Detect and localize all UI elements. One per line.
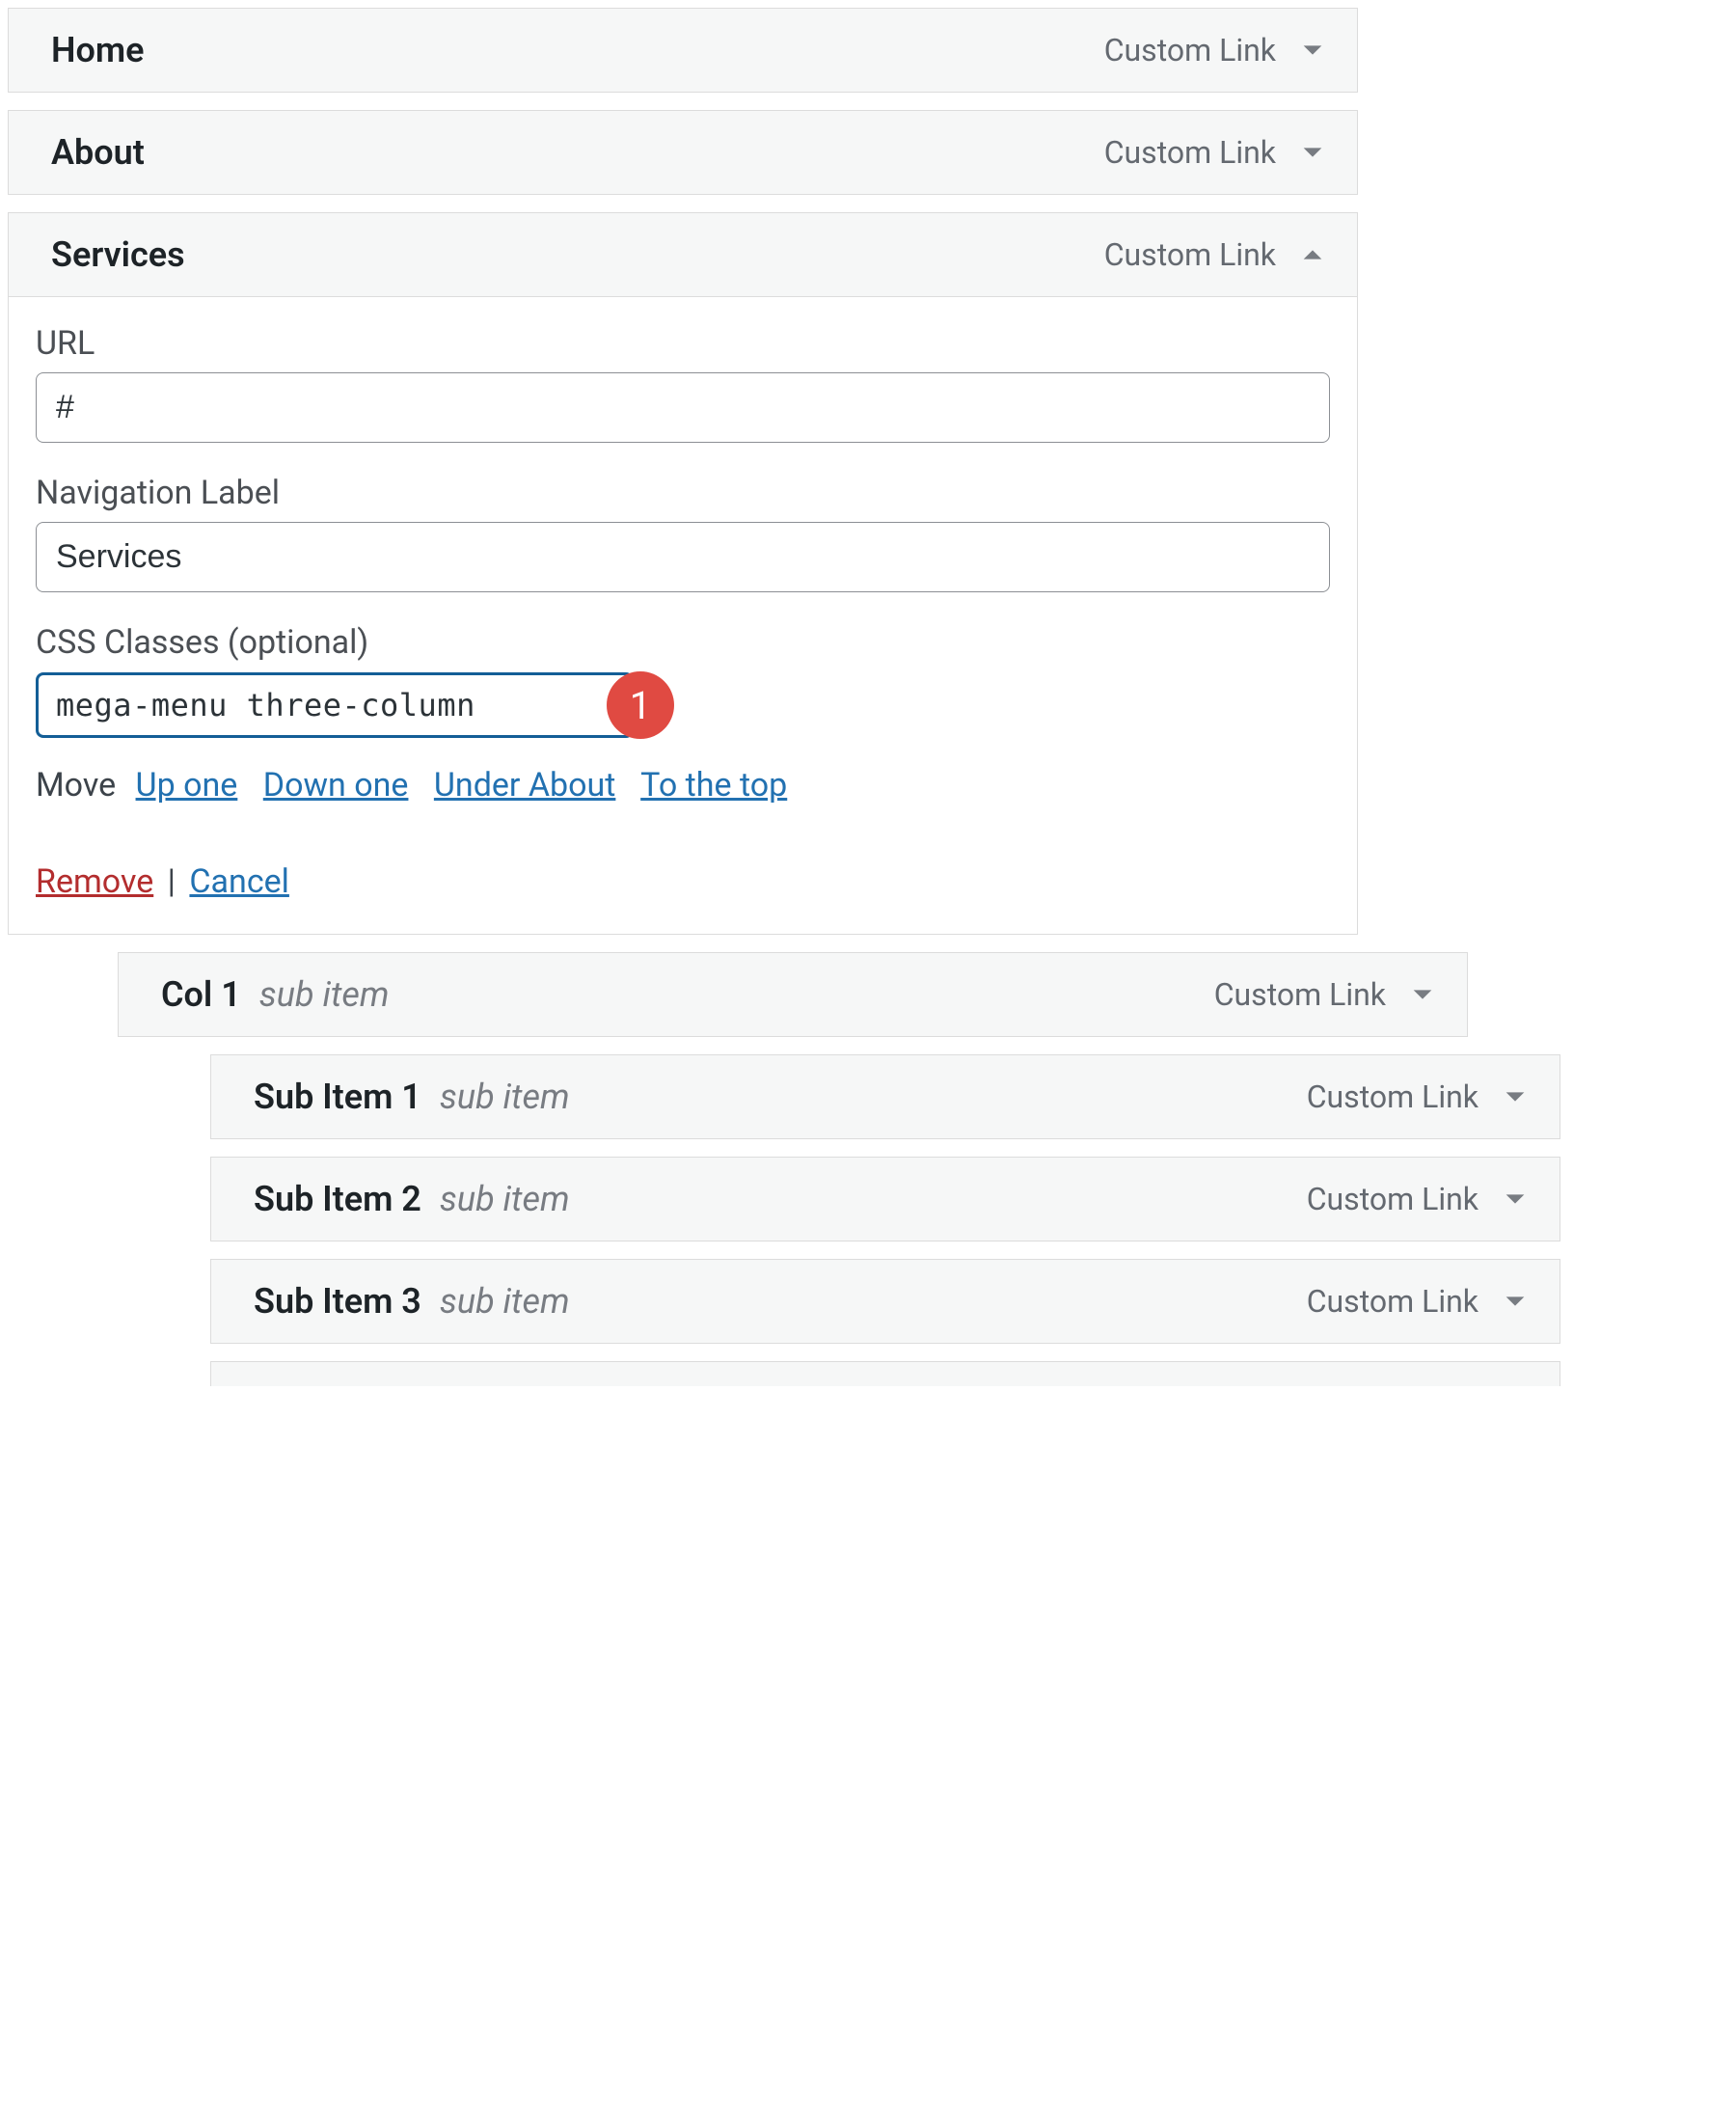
menu-item-services-type: Custom Link — [1104, 236, 1276, 273]
move-label: Move — [36, 766, 116, 805]
navigation-label-label: Navigation Label — [36, 474, 1330, 512]
menu-item-sub3-title: Sub Item 3 sub item — [254, 1281, 1307, 1322]
menu-item-col1-title: Col 1 sub item — [161, 974, 1214, 1015]
menu-item-sub3-title-text: Sub Item 3 — [254, 1281, 421, 1322]
menu-item-sub1-title-text: Sub Item 1 — [254, 1077, 421, 1117]
url-input[interactable] — [36, 372, 1330, 443]
move-up-link[interactable]: Up one — [136, 766, 238, 805]
menu-item-partial — [210, 1361, 1560, 1386]
chevron-up-icon — [1299, 241, 1326, 268]
menu-item-home-title: Home — [51, 30, 1104, 70]
chevron-down-icon — [1502, 1083, 1529, 1110]
move-under-link[interactable]: Under About — [434, 766, 616, 805]
menu-item-sub2-title: Sub Item 2 sub item — [254, 1179, 1307, 1219]
move-top-link[interactable]: To the top — [640, 766, 787, 805]
item-actions-row: Remove | Cancel — [36, 862, 1330, 901]
chevron-down-icon — [1299, 37, 1326, 64]
url-field: URL — [36, 324, 1330, 443]
menu-item-sub2: Sub Item 2 sub item Custom Link — [210, 1157, 1560, 1242]
cancel-link[interactable]: Cancel — [189, 862, 289, 901]
menu-item-sub2-title-text: Sub Item 2 — [254, 1179, 421, 1219]
menu-item-home-type: Custom Link — [1104, 32, 1276, 68]
menu-item-about: About Custom Link — [8, 110, 1358, 195]
annotation-badge-1: 1 — [607, 671, 674, 739]
menu-item-about-title: About — [51, 132, 1104, 173]
chevron-down-icon — [1502, 1288, 1529, 1315]
actions-separator: | — [168, 862, 176, 901]
menu-item-about-header[interactable]: About Custom Link — [9, 111, 1357, 194]
chevron-down-icon — [1409, 981, 1436, 1008]
url-label: URL — [36, 324, 1330, 363]
menu-item-sub3: Sub Item 3 sub item Custom Link — [210, 1259, 1560, 1344]
navigation-label-input[interactable] — [36, 522, 1330, 592]
menu-item-home: Home Custom Link — [8, 8, 1358, 93]
menu-structure-list: Home Custom Link About Custom Link Servi… — [8, 8, 1728, 1386]
menu-item-sub1-title: Sub Item 1 sub item — [254, 1077, 1307, 1117]
menu-item-sub1-type: Custom Link — [1307, 1078, 1478, 1115]
move-down-link[interactable]: Down one — [263, 766, 409, 805]
css-classes-input[interactable] — [36, 672, 634, 738]
menu-item-services-title: Services — [51, 234, 1104, 275]
menu-item-sub1: Sub Item 1 sub item Custom Link — [210, 1054, 1560, 1139]
menu-item-about-type: Custom Link — [1104, 134, 1276, 171]
css-classes-label: CSS Classes (optional) — [36, 623, 1330, 662]
menu-item-col1-title-text: Col 1 — [161, 974, 241, 1015]
sub-item-label: sub item — [440, 1077, 570, 1117]
move-row: Move Up one Down one Under About To the … — [36, 766, 1330, 805]
css-classes-field: CSS Classes (optional) 1 — [36, 623, 1330, 739]
sub-item-label: sub item — [440, 1281, 570, 1322]
menu-item-sub2-type: Custom Link — [1307, 1181, 1478, 1217]
menu-item-services-header[interactable]: Services Custom Link — [9, 213, 1357, 296]
menu-item-sub1-header[interactable]: Sub Item 1 sub item Custom Link — [211, 1055, 1560, 1138]
sub-item-label: sub item — [440, 1179, 570, 1219]
menu-item-sub2-header[interactable]: Sub Item 2 sub item Custom Link — [211, 1158, 1560, 1241]
chevron-down-icon — [1299, 139, 1326, 166]
remove-link[interactable]: Remove — [36, 862, 153, 901]
sub-item-label: sub item — [259, 974, 390, 1015]
menu-item-services: Services Custom Link URL Navigation Labe… — [8, 212, 1358, 935]
menu-item-col1-header[interactable]: Col 1 sub item Custom Link — [119, 953, 1467, 1036]
menu-item-home-header[interactable]: Home Custom Link — [9, 9, 1357, 92]
menu-item-sub3-type: Custom Link — [1307, 1283, 1478, 1320]
menu-item-sub3-header[interactable]: Sub Item 3 sub item Custom Link — [211, 1260, 1560, 1343]
menu-item-col1: Col 1 sub item Custom Link — [118, 952, 1468, 1037]
menu-item-services-settings: URL Navigation Label CSS Classes (option… — [9, 296, 1357, 934]
menu-item-col1-type: Custom Link — [1214, 976, 1386, 1013]
navigation-label-field: Navigation Label — [36, 474, 1330, 592]
chevron-down-icon — [1502, 1186, 1529, 1213]
